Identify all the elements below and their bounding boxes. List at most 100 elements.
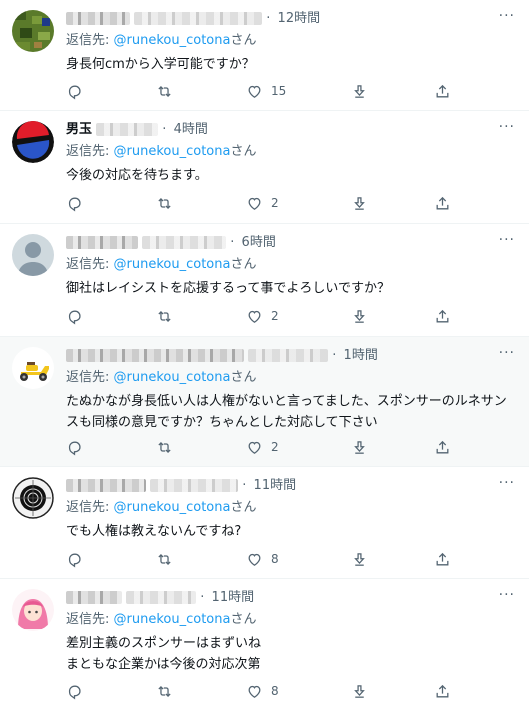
more-icon[interactable]: ··· [499,233,515,247]
reply-button[interactable] [66,437,83,457]
retweet-button[interactable] [156,81,173,101]
share-button[interactable] [434,193,451,213]
tweet-text-line: スも同様の意見ですか？ちゃんとした対応して下さい [66,415,378,430]
reply-handle[interactable]: @runekou_cotona [114,257,231,272]
reply-handle[interactable]: @runekou_cotona [114,33,231,48]
download-icon [354,552,365,566]
download-icon [354,440,365,454]
share-button[interactable] [434,306,451,326]
like-button[interactable]: 8 [246,681,279,701]
tweet-header: · 11時間 [66,589,254,607]
more-icon[interactable]: ··· [499,588,515,602]
retweet-button[interactable] [156,193,173,213]
blurred-username[interactable] [142,236,227,249]
more-icon[interactable]: ··· [499,476,515,490]
download-button[interactable] [351,549,368,569]
tweet-time[interactable]: 4時間 [174,122,208,137]
blurred-username[interactable] [248,349,329,362]
download-button[interactable] [351,437,368,457]
reply-handle[interactable]: @runekou_cotona [114,370,231,385]
reply-handle[interactable]: @runekou_cotona [114,500,231,515]
like-icon [248,85,261,98]
like-icon [248,441,261,454]
tweet-text-line: まともな企業かは今後の対応次第 [66,657,261,672]
reply-button[interactable] [66,549,83,569]
retweet-button[interactable] [156,306,173,326]
tweet-time[interactable]: 11時間 [212,590,255,605]
retweet-button[interactable] [156,549,173,569]
avatar[interactable] [12,477,54,519]
tweet-actions: 2 [66,437,466,457]
reply-to-label: 返信先: [66,144,114,159]
tweet-text-line: 御社はレイシストを応援するって事でよろしいですか？ [66,281,390,296]
reply-button[interactable] [66,306,83,326]
target-avatar-icon [12,477,54,519]
share-icon [436,440,449,453]
display-name[interactable]: 男玉 [66,122,92,137]
blurred-display-name[interactable] [66,12,130,25]
reply-button[interactable] [66,193,83,213]
reply-button[interactable] [66,81,83,101]
tweet-time[interactable]: 1時間 [344,348,378,363]
more-icon[interactable]: ··· [499,9,515,23]
retweet-icon [158,85,171,97]
retweet-button[interactable] [156,681,173,701]
separator: · [162,122,171,137]
share-button[interactable] [434,81,451,101]
avatar[interactable] [12,234,54,276]
blurred-display-name[interactable] [66,236,138,249]
like-icon [248,553,261,566]
reply-to-suffix: さん [230,144,257,159]
blurred-display-name[interactable] [66,591,122,604]
reply-handle[interactable]: @runekou_cotona [114,612,231,627]
tweet[interactable]: · 11時間 ··· 返信先: @runekou_cotonaさん でも人権は教… [0,467,529,579]
blurred-username[interactable] [150,479,239,492]
share-icon [436,684,449,697]
avatar[interactable] [12,121,54,163]
reply-to-label: 返信先: [66,257,114,272]
reply-button[interactable] [66,681,83,701]
avatar[interactable] [12,347,54,389]
like-button[interactable]: 2 [246,306,279,326]
reply-to-suffix: さん [230,257,257,272]
share-button[interactable] [434,437,451,457]
like-button[interactable]: 2 [246,193,279,213]
tweet-actions: 2 [66,193,466,213]
avatar[interactable] [12,589,54,631]
tweet-time[interactable]: 12時間 [278,11,321,26]
like-button[interactable]: 15 [246,81,286,101]
share-button[interactable] [434,549,451,569]
blurred-username[interactable] [134,12,263,25]
tweet[interactable]: · 11時間 ··· 返信先: @runekou_cotonaさん 差別主義のス… [0,579,529,710]
blurred-display-name[interactable] [66,349,244,362]
reply-to: 返信先: @runekou_cotonaさん [66,611,256,629]
blurred-username[interactable] [96,123,159,136]
share-icon [436,552,449,565]
download-button[interactable] [351,193,368,213]
retweet-icon [158,310,171,322]
tweet-time[interactable]: 11時間 [254,478,297,493]
more-icon[interactable]: ··· [499,346,515,360]
download-button[interactable] [351,681,368,701]
tweet[interactable]: · 6時間 ··· 返信先: @runekou_cotonaさん 御社はレイシス… [0,224,529,337]
tweet[interactable]: · 1時間 ··· 返信先: @runekou_cotonaさん たぬかなが身長… [0,337,529,467]
download-button[interactable] [351,81,368,101]
more-icon[interactable]: ··· [499,120,515,134]
reply-to: 返信先: @runekou_cotonaさん [66,369,256,387]
retweet-button[interactable] [156,437,173,457]
share-button[interactable] [434,681,451,701]
reply-to: 返信先: @runekou_cotonaさん [66,499,256,517]
tweet[interactable]: 男玉 · 4時間 ··· 返信先: @runekou_cotonaさん 今後の対… [0,111,529,224]
avatar[interactable] [12,10,54,52]
reply-handle[interactable]: @runekou_cotona [114,144,231,159]
share-icon [436,309,449,322]
like-button[interactable]: 2 [246,437,279,457]
like-button[interactable]: 8 [246,549,279,569]
blurred-display-name[interactable] [66,479,146,492]
reply-to-label: 返信先: [66,370,114,385]
tweet-time[interactable]: 6時間 [242,235,276,250]
tweet-text-line: でも人権は教えないんですね? [66,524,242,539]
blurred-username[interactable] [126,591,197,604]
download-button[interactable] [351,306,368,326]
tweet[interactable]: · 12時間 ··· 返信先: @runekou_cotonaさん 身長何cmか… [0,0,529,111]
